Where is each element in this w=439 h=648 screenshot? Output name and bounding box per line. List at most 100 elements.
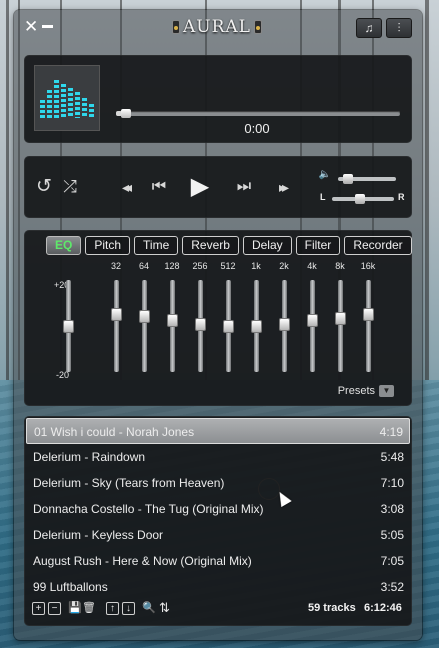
title-bar[interactable]: ✕ AURAL ♫ ⫶ <box>14 10 422 44</box>
eq-band-thumb[interactable] <box>111 308 122 321</box>
balance-thumb[interactable] <box>355 194 366 204</box>
sort-icon[interactable]: ⇅ <box>159 600 170 616</box>
mixer-sliders-icon: ⫶ <box>397 21 401 35</box>
effects-panel: EQ Pitch Time Reverb Delay Filter Recorder +20… <box>24 230 412 406</box>
track-name: Donnacha Costello - The Tug (Original Mi… <box>33 502 264 516</box>
save-playlist-icon[interactable]: 💾 <box>68 600 82 616</box>
app-title: AURAL <box>183 17 251 37</box>
aural-player-window: ✕ AURAL ♫ ⫶ 0:00 ↺ ⤮ ◂◂ ⏮ ▶ ⏭ ▸▸ 🔈 L R E… <box>14 10 422 640</box>
tab-delay[interactable]: Delay <box>242 236 292 255</box>
speaker-icon <box>253 20 262 34</box>
preamp-thumb[interactable] <box>63 320 74 333</box>
move-down-icon[interactable]: ↓ <box>122 602 135 615</box>
eq-band-slider[interactable] <box>111 280 122 372</box>
app-logo: AURAL <box>172 16 262 38</box>
eq-band-slider[interactable] <box>167 280 178 372</box>
eq-band-slider[interactable] <box>251 280 262 372</box>
presets-menu[interactable]: Presets ▼ <box>338 385 394 397</box>
eq-band-label: 32 <box>110 261 121 271</box>
table-row[interactable]: 01 Wish i could - Norah Jones 4:19 <box>26 418 410 444</box>
eq-band-thumb[interactable] <box>279 318 290 331</box>
shuffle-icon[interactable]: ⤮ <box>58 177 82 197</box>
playlist-music-icon: ♫ <box>364 21 374 35</box>
effects-toggle-button[interactable]: ⫶ <box>386 18 412 38</box>
eq-band-slider[interactable] <box>335 280 346 372</box>
volume-icon[interactable]: 🔈 <box>318 168 332 182</box>
table-row[interactable]: 99 Luftballons 3:52 <box>26 574 410 600</box>
fast-forward-icon[interactable]: ▸▸ <box>269 177 295 197</box>
eq-band-thumb[interactable] <box>167 314 178 327</box>
track-name: Delerium - Keyless Door <box>33 528 164 542</box>
eq-band-thumb[interactable] <box>195 318 206 331</box>
eq-band-label: 128 <box>164 261 180 271</box>
track-duration: 4:19 <box>379 425 403 439</box>
search-icon[interactable]: 🔍 <box>142 600 156 616</box>
playlist-toggle-button[interactable]: ♫ <box>356 18 382 38</box>
remove-track-icon[interactable]: − <box>48 602 61 615</box>
eq-band-slider[interactable] <box>279 280 290 372</box>
play-icon[interactable]: ▶ <box>187 174 213 200</box>
chevron-down-icon[interactable]: ▼ <box>379 385 394 397</box>
eq-band-label: 512 <box>220 261 236 271</box>
track-duration: 5:48 <box>380 450 404 464</box>
seek-bar[interactable] <box>116 109 400 118</box>
eq-band-label: 1k <box>251 261 261 271</box>
total-duration: 6:12:46 <box>364 602 402 614</box>
volume-thumb[interactable] <box>342 174 353 184</box>
playback-time: 0:00 <box>244 121 270 136</box>
repeat-icon[interactable]: ↺ <box>34 177 54 197</box>
minimize-icon[interactable] <box>42 18 54 34</box>
tab-eq[interactable]: EQ <box>46 236 82 255</box>
speaker-icon <box>172 20 180 34</box>
tab-time[interactable]: Time <box>134 236 179 255</box>
eq-band-slider[interactable] <box>139 280 150 372</box>
preamp-slider[interactable] <box>63 280 74 372</box>
track-name: Delerium - Sky (Tears from Heaven) <box>33 476 225 490</box>
eq-band-slider[interactable] <box>195 280 206 372</box>
track-name: August Rush - Here & Now (Original Mix) <box>33 554 252 568</box>
eq-band-slider[interactable] <box>307 280 318 372</box>
table-row[interactable]: Delerium - Keyless Door 5:05 <box>26 522 410 548</box>
seek-thumb[interactable] <box>121 109 132 118</box>
tab-recorder[interactable]: Recorder <box>344 236 412 255</box>
track-name: 01 Wish i could - Norah Jones <box>34 425 195 439</box>
eq-band-thumb[interactable] <box>251 320 262 333</box>
previous-track-icon[interactable]: ⏮ <box>144 177 174 197</box>
balance-right-label: R <box>398 192 405 202</box>
eq-band-label: 2k <box>279 261 289 271</box>
next-track-icon[interactable]: ⏭ <box>229 177 259 197</box>
now-playing-panel: 0:00 <box>24 55 412 143</box>
eq-band-thumb[interactable] <box>335 312 346 325</box>
eq-band-thumb[interactable] <box>223 320 234 333</box>
tab-filter[interactable]: Filter <box>295 236 341 255</box>
table-row[interactable]: Delerium - Sky (Tears from Heaven) 7:10 <box>26 470 410 496</box>
move-up-icon[interactable]: ↑ <box>106 602 119 615</box>
close-icon[interactable]: ✕ <box>24 18 38 35</box>
album-art <box>34 65 100 131</box>
table-row[interactable]: Delerium - Raindown 5:48 <box>26 444 410 470</box>
tab-reverb[interactable]: Reverb <box>182 236 239 255</box>
track-name: 99 Luftballons <box>33 580 108 594</box>
tab-pitch[interactable]: Pitch <box>85 236 131 255</box>
add-track-icon[interactable]: + <box>32 602 45 615</box>
track-count: 59 tracks <box>308 602 356 614</box>
eq-band-slider[interactable] <box>223 280 234 372</box>
eq-band-thumb[interactable] <box>363 308 374 321</box>
table-row[interactable]: Donnacha Costello - The Tug (Original Mi… <box>26 496 410 522</box>
presets-label: Presets <box>337 385 375 397</box>
track-name: Delerium - Raindown <box>33 450 146 464</box>
eq-band-slider[interactable] <box>363 280 374 372</box>
eq-band-thumb[interactable] <box>139 310 150 323</box>
track-duration: 7:10 <box>380 476 404 490</box>
eq-band-label: 256 <box>192 261 208 271</box>
eq-band-label: 8k <box>335 261 345 271</box>
balance-slider[interactable] <box>332 194 394 204</box>
eq-band-thumb[interactable] <box>307 314 318 327</box>
track-duration: 7:05 <box>380 554 404 568</box>
trash-icon[interactable]: 🗑 <box>82 600 96 616</box>
track-duration: 3:52 <box>380 580 404 594</box>
eq-band-label: 64 <box>138 261 149 271</box>
table-row[interactable]: August Rush - Here & Now (Original Mix) 7… <box>26 548 410 574</box>
rewind-icon[interactable]: ◂◂ <box>112 177 138 197</box>
volume-slider[interactable] <box>338 174 396 184</box>
